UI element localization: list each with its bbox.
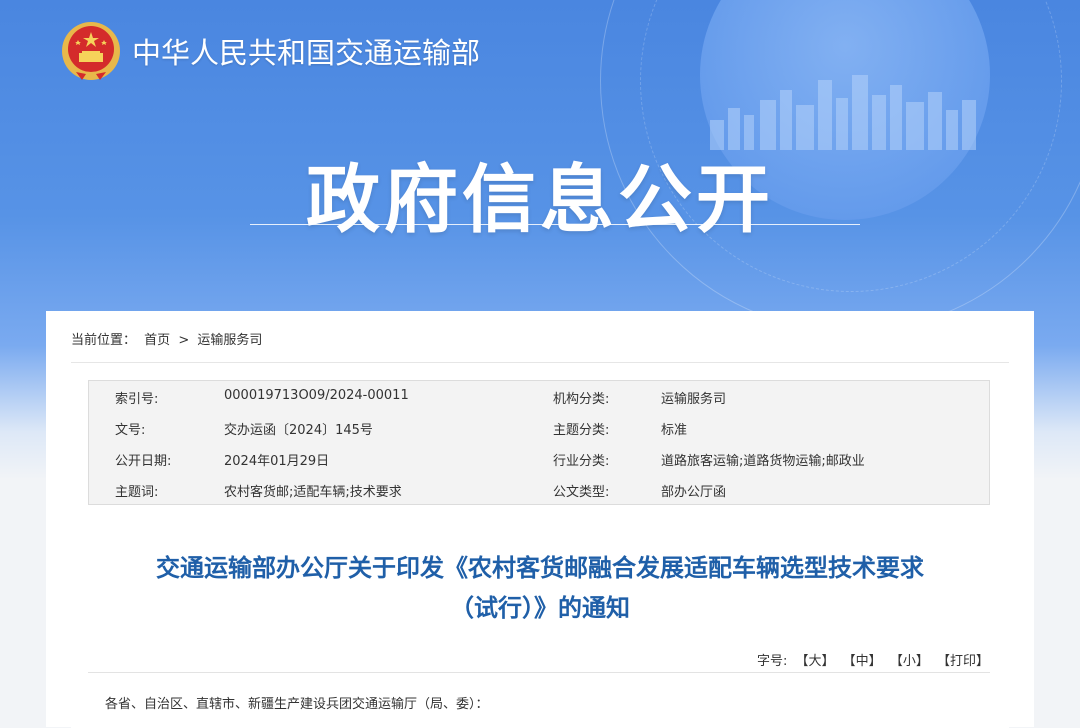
meta-value: 农村客货邮;适配车辆;技术要求 — [224, 485, 402, 500]
font-size-controls: 字号: 【大】 【中】 【小】 【打印】 — [753, 650, 989, 669]
content-panel: 当前位置： 首页 > 运输服务司 索引号: 000019713O09/2024-… — [46, 311, 1034, 728]
meta-key: 文号: — [115, 423, 146, 438]
meta-value: 000019713O09/2024-00011 — [224, 388, 409, 403]
meta-value: 2024年01月29日 — [224, 454, 330, 469]
section-title: 政府信息公开 — [306, 157, 774, 243]
meta-key: 主题分类: — [553, 423, 610, 438]
breadcrumb-separator: > — [178, 333, 190, 348]
meta-key: 主题词: — [115, 485, 159, 500]
ministry-name[interactable]: 中华人民共和国交通运输部 — [132, 30, 480, 72]
font-size-small-button[interactable]: 【小】 — [890, 654, 929, 669]
meta-value: 道路旅客运输;道路货物运输;邮政业 — [661, 454, 865, 469]
meta-row: 索引号: 000019713O09/2024-00011 机构分类: 运输服务司 — [89, 381, 991, 412]
meta-value: 交办运函〔2024〕145号 — [224, 423, 373, 438]
breadcrumb-home[interactable]: 首页 — [144, 333, 170, 348]
meta-key: 机构分类: — [553, 392, 610, 407]
breadcrumb-label: 当前位置： — [71, 333, 137, 348]
breadcrumb-department[interactable]: 运输服务司 — [197, 333, 262, 348]
meta-value: 标准 — [661, 423, 688, 438]
font-size-large-button[interactable]: 【大】 — [796, 654, 835, 669]
meta-value: 部办公厅函 — [661, 485, 727, 500]
article-container: 索引号: 000019713O09/2024-00011 机构分类: 运输服务司… — [71, 362, 1009, 728]
document-addressee: 各省、自治区、直辖市、新疆生产建设兵团交通运输厅（局、委）： — [105, 697, 489, 712]
meta-row: 主题词: 农村客货邮;适配车辆;技术要求 公文类型: 部办公厅函 — [89, 474, 991, 505]
document-title-line: 交通运输部办公厅关于印发《农村客货邮融合发展适配车辆选型技术要求 — [156, 554, 924, 582]
meta-value: 运输服务司 — [661, 392, 727, 407]
city-skyline-icon — [710, 75, 976, 150]
meta-key: 索引号: — [115, 392, 159, 407]
font-size-label: 字号: — [756, 654, 788, 669]
title-underline — [250, 224, 860, 225]
national-emblem-icon — [62, 22, 120, 80]
meta-row: 公开日期: 2024年01月29日 行业分类: 道路旅客运输;道路货物运输;邮政… — [89, 443, 991, 474]
meta-key: 行业分类: — [553, 454, 610, 469]
content-divider — [88, 672, 990, 673]
meta-key: 公文类型: — [553, 485, 610, 500]
document-title: 交通运输部办公厅关于印发《农村客货邮融合发展适配车辆选型技术要求 （试行）》的通… — [71, 548, 1009, 628]
font-size-medium-button[interactable]: 【中】 — [843, 654, 882, 669]
meta-key: 公开日期: — [115, 454, 172, 469]
document-metadata-table: 索引号: 000019713O09/2024-00011 机构分类: 运输服务司… — [88, 380, 990, 505]
meta-row: 文号: 交办运函〔2024〕145号 主题分类: 标准 — [89, 412, 991, 443]
document-title-line: （试行）》的通知 — [450, 594, 630, 622]
breadcrumb: 当前位置： 首页 > 运输服务司 — [71, 329, 266, 348]
print-button[interactable]: 【打印】 — [937, 654, 989, 669]
